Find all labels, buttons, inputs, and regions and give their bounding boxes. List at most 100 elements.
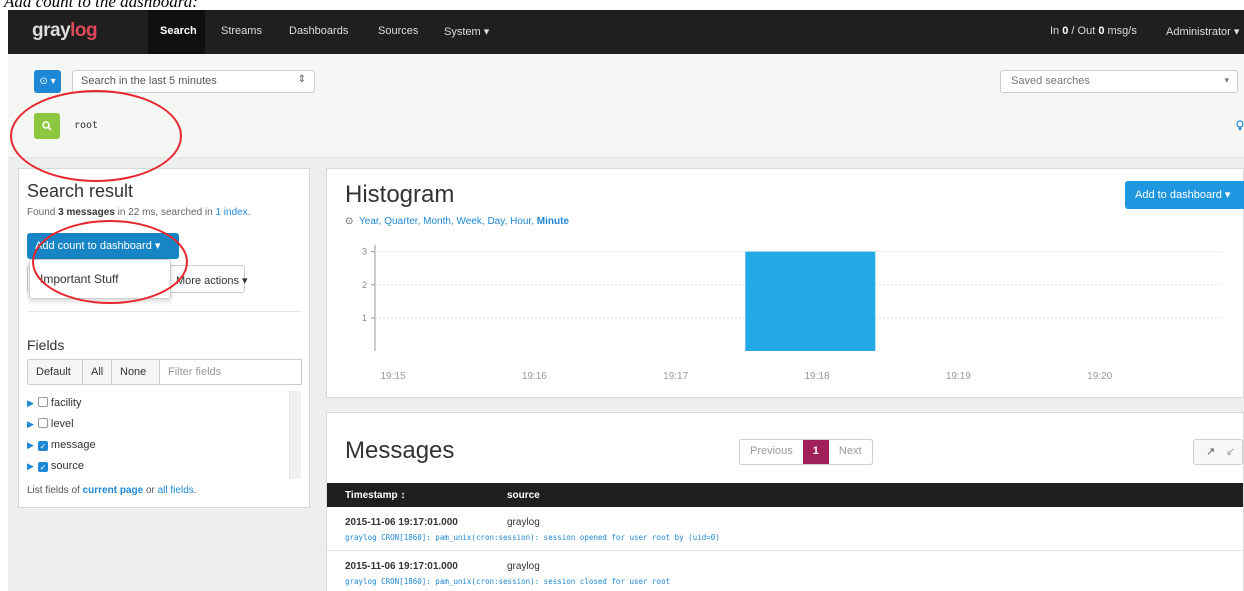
fields-tab-default[interactable]: Default bbox=[27, 359, 83, 385]
x-tick-label: 19:17 bbox=[663, 371, 688, 382]
histogram-bar bbox=[745, 251, 876, 351]
footer-prefix: List fields of bbox=[27, 485, 83, 496]
lightbulb-icon[interactable] bbox=[1236, 120, 1244, 134]
pagination: Previous 1 Next bbox=[739, 439, 873, 465]
resolution-year[interactable]: Year bbox=[359, 216, 379, 227]
field-row-facility[interactable]: ▶ facility bbox=[27, 397, 81, 415]
message-source: graylog bbox=[507, 561, 540, 572]
nav-system[interactable]: System ▾ bbox=[444, 25, 489, 38]
caret-right-icon[interactable]: ▶ bbox=[27, 461, 34, 471]
y-tick-label: 2 bbox=[362, 280, 367, 290]
add-count-to-dashboard-button[interactable]: Add count to dashboard ▾ bbox=[27, 233, 179, 259]
footer-mid: or bbox=[143, 485, 158, 496]
select-arrows-icon: ⇕ bbox=[297, 74, 306, 85]
field-list-scrollbar[interactable] bbox=[289, 391, 301, 479]
add-to-dashboard-button[interactable]: Add to dashboard ▾ bbox=[1125, 181, 1244, 209]
all-fields-link[interactable]: all fields bbox=[158, 485, 194, 496]
messages-table-header: Timestamp ↕ source bbox=[327, 483, 1243, 507]
current-page-label: current page bbox=[82, 485, 144, 496]
fields-title: Fields bbox=[27, 337, 65, 353]
search-result-title: Search result bbox=[27, 181, 134, 201]
caret-right-icon[interactable]: ▶ bbox=[27, 440, 34, 450]
time-range-type-button[interactable]: ⊙ ▾ bbox=[34, 70, 61, 93]
field-row-message[interactable]: ▶ ✓ message bbox=[27, 439, 96, 457]
divider bbox=[27, 311, 301, 312]
resolution-week[interactable]: Week bbox=[457, 216, 482, 227]
saved-searches-placeholder: Saved searches bbox=[1011, 75, 1090, 87]
logo-prefix: gray bbox=[32, 20, 71, 41]
y-tick-label: 1 bbox=[362, 313, 367, 323]
field-checkbox[interactable] bbox=[37, 418, 48, 428]
nav-streams[interactable]: Streams bbox=[221, 25, 262, 37]
field-name: facility bbox=[50, 397, 82, 409]
nav-sources[interactable]: Sources bbox=[378, 25, 418, 37]
histogram-chart: 1 2 3 19:15 19:16 19:17 19:18 19:19 19:20 bbox=[362, 245, 1223, 382]
x-tick-label: 19:19 bbox=[946, 371, 971, 382]
pager-previous[interactable]: Previous bbox=[740, 440, 803, 464]
caret-right-icon[interactable]: ▶ bbox=[27, 419, 34, 429]
clock-icon: ⊙ bbox=[345, 216, 354, 227]
search-result-panel: Search result Found 3 messages in 22 ms,… bbox=[18, 168, 310, 508]
resolution-minute[interactable]: Minute bbox=[537, 216, 569, 227]
dashboard-dropdown-menu: Important Stuff bbox=[29, 259, 171, 299]
field-checkbox[interactable] bbox=[37, 397, 48, 407]
histogram-panel: Histogram ⊙ Year, Quarter, Month, Week, … bbox=[326, 168, 1244, 398]
top-navbar: graylog Search Streams Dashboards Source… bbox=[8, 10, 1244, 54]
search-button[interactable] bbox=[34, 113, 60, 139]
pager-next[interactable]: Next bbox=[829, 440, 872, 464]
caption: Add count to the dashboard: bbox=[4, 0, 198, 11]
dropdown-item-important-stuff[interactable]: Important Stuff bbox=[40, 272, 119, 286]
graylog-logo[interactable]: graylog bbox=[32, 20, 98, 42]
field-checkbox-checked[interactable]: ✓ bbox=[37, 462, 48, 472]
field-list: ▶ facility ▶ level ▶ ✓ message ▶ ✓ source bbox=[27, 393, 299, 479]
resolution-hour[interactable]: Hour bbox=[510, 216, 531, 227]
search-query-input[interactable]: root bbox=[74, 120, 98, 131]
search-icon bbox=[42, 121, 52, 131]
collapse-icon[interactable]: ↙ bbox=[1226, 445, 1235, 458]
resolution-selector: ⊙ Year, Quarter, Month, Week, Day, Hour,… bbox=[345, 216, 569, 227]
resolution-month[interactable]: Month bbox=[423, 216, 451, 227]
saved-searches-select[interactable]: Saved searches ▾ bbox=[1000, 70, 1238, 93]
expand-icon[interactable]: ↗ bbox=[1206, 445, 1215, 458]
pager-current-page[interactable]: 1 bbox=[802, 440, 829, 464]
y-tick-label: 3 bbox=[362, 247, 367, 257]
time-range-value: Search in the last 5 minutes bbox=[81, 75, 217, 87]
field-row-level[interactable]: ▶ level bbox=[27, 418, 74, 436]
message-row[interactable]: 2015-11-06 19:17:01.000 graylog graylog … bbox=[327, 507, 1243, 551]
current-page-link[interactable]: current page bbox=[83, 485, 144, 496]
field-name: message bbox=[50, 439, 96, 451]
resolution-quarter[interactable]: Quarter bbox=[384, 216, 417, 227]
fields-tab-none[interactable]: None bbox=[111, 359, 160, 385]
column-source[interactable]: source bbox=[507, 490, 540, 501]
x-tick-label: 19:16 bbox=[522, 371, 547, 382]
graylog-app: graylog Search Streams Dashboards Source… bbox=[8, 10, 1244, 591]
field-checkbox-checked[interactable]: ✓ bbox=[37, 441, 48, 451]
caret-right-icon[interactable]: ▶ bbox=[27, 398, 34, 408]
user-menu[interactable]: Administrator ▾ bbox=[1166, 25, 1239, 38]
throughput-unit: msg/s bbox=[1104, 25, 1137, 37]
messages-panel: Messages Previous 1 Next ↗ ↙ Timestamp ↕… bbox=[326, 412, 1244, 591]
field-name: level bbox=[50, 418, 74, 430]
search-bar: ⊙ ▾ Search in the last 5 minutes ⇕ Saved… bbox=[8, 54, 1244, 158]
column-timestamp[interactable]: Timestamp ↕ bbox=[345, 490, 405, 501]
found-count: 3 messages bbox=[58, 207, 115, 218]
found-suffix: . bbox=[247, 207, 251, 218]
field-name: source bbox=[50, 460, 84, 472]
nav-search[interactable]: Search bbox=[160, 25, 197, 37]
throughput-indicator[interactable]: In 0 / Out 0 msg/s bbox=[1050, 25, 1137, 37]
histogram-title: Histogram bbox=[345, 181, 455, 208]
time-range-select[interactable]: Search in the last 5 minutes ⇕ bbox=[72, 70, 315, 93]
messages-title: Messages bbox=[345, 437, 455, 464]
message-row[interactable]: 2015-11-06 19:17:01.000 graylog graylog … bbox=[327, 551, 1243, 591]
resolution-day[interactable]: Day bbox=[487, 216, 504, 227]
message-text: graylog CRON[1860]: pam_unix(cron:sessio… bbox=[345, 577, 671, 586]
search-result-summary: Found 3 messages in 22 ms, searched in 1… bbox=[27, 207, 251, 218]
found-mid: in 22 ms, searched in bbox=[114, 207, 216, 218]
nav-dashboards[interactable]: Dashboards bbox=[289, 25, 348, 37]
filter-fields-input[interactable]: Filter fields bbox=[159, 359, 302, 385]
message-timestamp: 2015-11-06 19:17:01.000 bbox=[345, 517, 458, 528]
field-row-source[interactable]: ▶ ✓ source bbox=[27, 460, 84, 478]
index-link[interactable]: 1 index bbox=[215, 207, 247, 218]
found-prefix: Found bbox=[27, 207, 59, 218]
fields-tab-all[interactable]: All bbox=[82, 359, 112, 385]
